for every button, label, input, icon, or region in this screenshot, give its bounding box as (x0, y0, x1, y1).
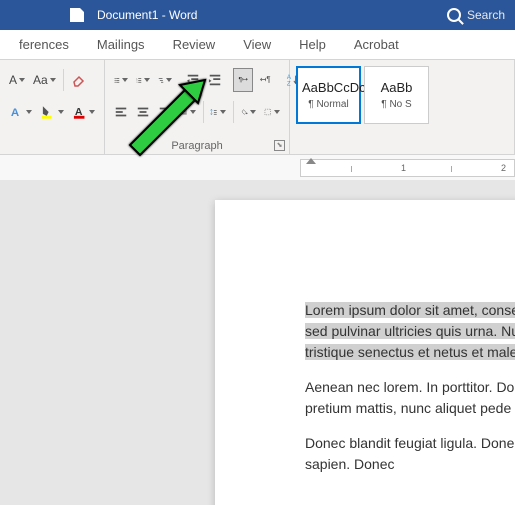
tab-mailings[interactable]: Mailings (83, 30, 159, 59)
style-preview: AaBb (369, 80, 424, 95)
ruler-area: 1 2 (0, 155, 515, 180)
paragraph[interactable]: Aenean nec lorem. In porttitor. Donec vu… (305, 377, 515, 419)
svg-text:A: A (11, 107, 19, 119)
ruler-gutter (0, 155, 300, 180)
tab-acrobat[interactable]: Acrobat (340, 30, 413, 59)
svg-text:3: 3 (136, 82, 137, 84)
ruler-mark: 1 (401, 163, 406, 173)
align-right-icon (158, 104, 172, 120)
tab-help[interactable]: Help (285, 30, 340, 59)
decrease-indent-button[interactable] (183, 68, 203, 92)
numbering-icon: 123 (136, 72, 142, 88)
text-effects-button[interactable]: A (6, 100, 35, 124)
text-effects-icon: A (9, 104, 24, 120)
left-to-right-button[interactable]: ¶↦ (233, 68, 253, 92)
editor-area: Lorem ipsum dolor sit amet, consectetur … (0, 180, 515, 505)
rtl-icon: ↤¶ (258, 72, 272, 88)
line-spacing-button[interactable] (207, 100, 229, 124)
document-title: Document1 - Word (97, 8, 197, 22)
ruler-tick (351, 166, 352, 172)
highlight-icon (40, 104, 55, 120)
multilevel-list-button[interactable] (155, 68, 175, 92)
paragraph[interactable]: Donec blandit feugiat ligula. Donec laci… (305, 433, 515, 475)
numbering-button[interactable]: 123 (133, 68, 153, 92)
search-icon (447, 8, 461, 22)
tab-review[interactable]: Review (159, 30, 230, 59)
paragraph: Lorem ipsum dolor sit amet, consectetur … (305, 300, 515, 363)
ltr-icon: ¶↦ (237, 72, 249, 88)
right-to-left-button[interactable]: ↤¶ (255, 68, 275, 92)
indent-marker[interactable] (306, 158, 316, 164)
shading-button[interactable] (238, 100, 260, 124)
styles-group: AaBbCcDc ¶ Normal AaBb ¶ No S (290, 60, 515, 154)
separator (203, 101, 204, 123)
style-name: ¶ Normal (302, 99, 355, 110)
font-size-increase-button[interactable]: A (6, 68, 28, 92)
search-label: Search (467, 8, 505, 22)
increase-indent-button[interactable] (205, 68, 225, 92)
svg-text:↤¶: ↤¶ (260, 75, 271, 84)
ruler-tick (451, 166, 452, 172)
highlight-button[interactable] (37, 100, 66, 124)
selected-text[interactable]: Lorem ipsum dolor sit amet, consectetur … (305, 302, 515, 360)
bullets-button[interactable] (111, 68, 131, 92)
style-preview: AaBbCcDc (302, 80, 355, 95)
ruler-mark: 2 (501, 163, 506, 173)
separator (63, 69, 64, 91)
indent-icon (208, 72, 222, 88)
align-right-button[interactable] (155, 100, 175, 124)
titlebar: Document1 - Word Search (0, 0, 515, 30)
bullets-icon (114, 72, 120, 88)
change-case-button[interactable]: Aa (30, 68, 59, 92)
clear-formatting-button[interactable] (68, 68, 90, 92)
align-left-icon (114, 104, 128, 120)
document-body[interactable]: Lorem ipsum dolor sit amet, consectetur … (305, 300, 515, 475)
borders-button[interactable] (261, 100, 283, 124)
paragraph-dialog-launcher[interactable]: ⬊ (274, 140, 285, 151)
paragraph-group-label: Paragraph (105, 140, 289, 152)
justify-icon (180, 104, 188, 120)
multilevel-icon (158, 72, 164, 88)
paragraph-group: 123 ¶↦ ↤¶ AZ ¶ (105, 60, 290, 154)
line-spacing-icon (210, 104, 218, 120)
style-normal[interactable]: AaBbCcDc ¶ Normal (296, 66, 361, 124)
align-center-button[interactable] (133, 100, 153, 124)
separator (233, 101, 234, 123)
borders-icon (264, 104, 272, 120)
horizontal-ruler[interactable]: 1 2 (300, 159, 515, 177)
word-doc-icon (70, 8, 84, 22)
align-center-icon (136, 104, 150, 120)
eraser-icon (71, 72, 87, 88)
tab-references[interactable]: ferences (5, 30, 83, 59)
font-group: A Aa A A (0, 60, 105, 154)
ribbon-tabs: ferences Mailings Review View Help Acrob… (0, 30, 515, 60)
font-color-button[interactable]: A (69, 100, 98, 124)
bucket-icon (241, 104, 249, 120)
svg-text:¶↦: ¶↦ (239, 77, 249, 84)
outdent-icon (186, 72, 200, 88)
style-no-spacing[interactable]: AaBb ¶ No S (364, 66, 429, 124)
font-color-icon: A (72, 104, 87, 120)
document-page[interactable]: Lorem ipsum dolor sit amet, consectetur … (215, 200, 515, 505)
search-box[interactable]: Search (447, 8, 505, 22)
style-name: ¶ No S (369, 99, 424, 110)
align-left-button[interactable] (111, 100, 131, 124)
justify-button[interactable] (177, 100, 199, 124)
ribbon: A Aa A A 123 (0, 60, 515, 155)
tab-view[interactable]: View (229, 30, 285, 59)
